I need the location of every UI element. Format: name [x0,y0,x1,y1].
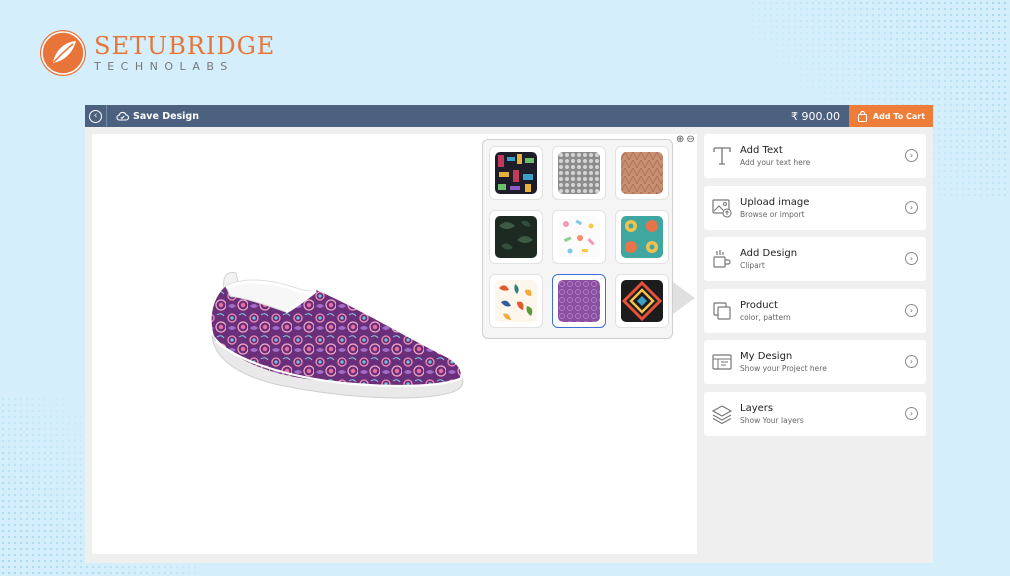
zoom-in-icon[interactable]: ⊕ [676,134,684,145]
back-button[interactable]: ‹ [85,105,107,127]
upload-image-icon [712,198,732,218]
chevron-right-icon: › [905,149,918,162]
cloud-save-icon [116,111,129,121]
panel-item-add-design[interactable]: Add Design Clipart › [704,237,926,281]
pattern-swatch[interactable] [489,146,543,200]
panel-item-subtitle: Add your text here [740,158,811,167]
pattern-swatch[interactable] [489,210,543,264]
bag-icon [857,110,867,122]
brand-subtitle: TECHNOLABS [94,59,234,73]
add-to-cart-button[interactable]: Add To Cart [849,105,933,127]
pattern-swatch[interactable] [615,210,669,264]
panel-item-title: My Design [740,351,793,362]
chevron-right-icon: › [905,303,918,317]
design-canvas[interactable]: ⊕ ⊖ [92,134,697,554]
text-icon [713,147,731,165]
panel-item-subtitle: Browse or import [740,209,805,219]
pattern-picker [482,139,673,339]
chevron-right-icon: › [905,355,918,368]
price-display: ₹ 900.00 [791,109,840,123]
chevron-right-icon: › [905,252,918,265]
brand-logo: SETUBRIDGE TECHNOLABS [40,30,275,76]
panel-item-add-text[interactable]: Add Text Add your text here › [704,134,926,178]
panel-item-subtitle: Show Your layers [740,415,804,425]
panel-item-title: Add Text [740,145,783,156]
save-design-button[interactable]: Save Design [116,111,199,122]
panel-item-subtitle: color, pattern [740,312,791,322]
shoe-preview[interactable] [204,246,464,406]
logo-leaf-icon [40,30,86,76]
pattern-swatch[interactable] [615,146,669,200]
product-icon [713,301,731,320]
back-arrow-icon: ‹ [89,109,102,123]
save-design-label: Save Design [133,110,199,122]
designer-app: ‹ Save Design ₹ 900.00 Add To Cart ⊕ ⊖ A… [85,105,933,563]
pattern-swatch[interactable] [552,146,606,200]
panel-item-title: Product [740,299,778,311]
panel-item-subtitle: Clipart [740,261,765,270]
panel-item-upload-image[interactable]: Upload image Browse or import › [704,185,926,230]
panel-item-title: Layers [740,402,774,414]
zoom-controls: ⊕ ⊖ [676,134,695,145]
clipart-icon [713,250,731,268]
panel-item-title: Upload image [740,196,810,208]
pattern-swatch[interactable] [552,210,606,264]
popup-pointer [673,282,695,314]
my-design-icon [712,354,732,370]
panel-item-subtitle: Show your Project here [740,364,827,373]
panel-item-my-design[interactable]: My Design Show your Project here › [704,340,926,384]
brand-name: SETUBRIDGE [94,31,276,60]
panel-item-layers[interactable]: Layers Show Your layers › [704,391,926,436]
zoom-out-icon[interactable]: ⊖ [686,134,694,145]
panel-item-title: Add Design [740,248,798,259]
chevron-right-icon: › [905,200,918,214]
pattern-swatch-selected[interactable] [552,274,606,328]
top-bar: ‹ Save Design ₹ 900.00 Add To Cart [85,105,933,127]
pattern-swatch[interactable] [615,274,669,328]
layers-icon [711,404,733,424]
panel-item-product[interactable]: Product color, pattern › [704,288,926,333]
add-to-cart-label: Add To Cart [872,111,926,121]
tool-panel: Add Text Add your text here › Upload imag… [704,134,926,443]
chevron-right-icon: › [905,406,918,420]
pattern-swatch[interactable] [489,274,543,328]
